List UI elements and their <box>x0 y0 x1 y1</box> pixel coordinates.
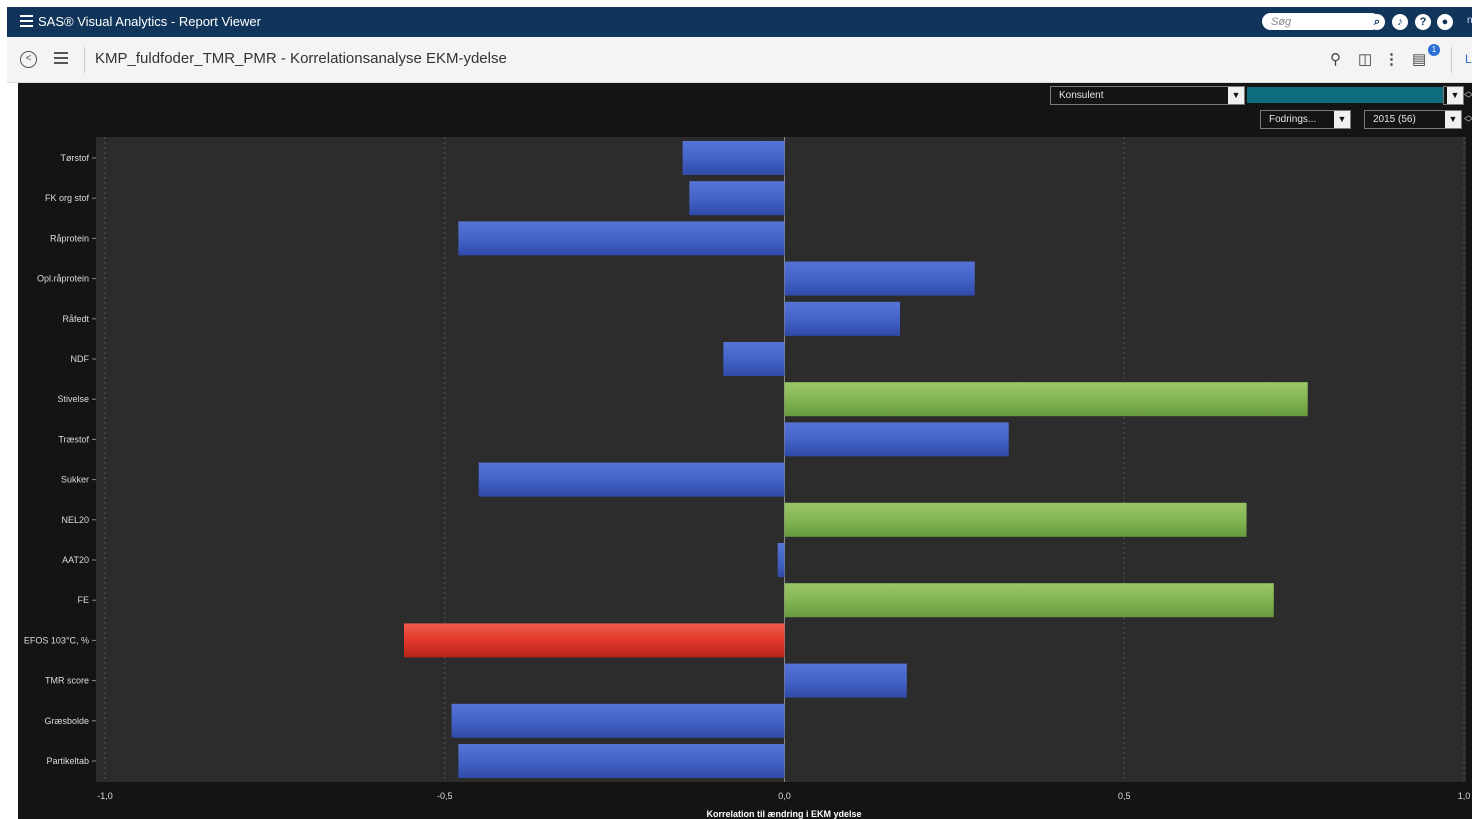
category-labels: Tørstof FK org stof Råprotein Opl.råprotein… <box>24 153 96 766</box>
notification-badge: 1 <box>1428 44 1440 56</box>
bar[interactable] <box>784 422 1009 457</box>
pin-icon[interactable]: ⚲ <box>1330 50 1341 68</box>
toolbar-divider <box>84 47 85 73</box>
category-label: Partikeltab <box>46 756 89 766</box>
comments-icon[interactable]: ▤ <box>1412 50 1426 68</box>
category-label: Græsbolde <box>44 716 89 726</box>
x-tick-label: 1,0 <box>1458 791 1471 801</box>
bar[interactable] <box>403 623 785 658</box>
x-tick-label: 0,0 <box>778 791 791 801</box>
report-menu-icon[interactable] <box>54 52 68 66</box>
category-label: Tørstof <box>61 153 90 163</box>
category-label: EFOS 103°C, % <box>24 635 89 645</box>
help-icon[interactable]: ? <box>1415 14 1431 30</box>
category-label: NEL20 <box>61 515 89 525</box>
bar[interactable] <box>784 301 901 336</box>
x-axis-title: Korrelation til ændring i EKM ydelse <box>706 809 861 819</box>
bar[interactable] <box>451 703 785 738</box>
report-canvas: Konsulent ▼ ▼ ︿﹀ Fodrings... ▼ 2015 (56)… <box>18 83 1472 819</box>
close-link[interactable]: Lu <box>1465 52 1472 66</box>
bar[interactable] <box>682 141 785 175</box>
category-label: FK org stof <box>45 193 90 203</box>
category-label: Opl.råprotein <box>37 274 89 284</box>
x-tick-label: -0,5 <box>437 791 453 801</box>
category-label: Stivelse <box>57 394 89 404</box>
bar[interactable] <box>458 221 785 256</box>
bar[interactable] <box>458 744 785 778</box>
bar[interactable] <box>784 502 1247 537</box>
app-header: SAS® Visual Analytics - Report Viewer ⌕ … <box>7 7 1472 37</box>
hamburger-menu-icon[interactable] <box>20 15 33 27</box>
bar[interactable] <box>784 261 975 296</box>
category-label: NDF <box>71 354 90 364</box>
user-icon[interactable]: ● <box>1437 14 1453 30</box>
category-label: Sukker <box>61 475 89 485</box>
search-input[interactable] <box>1262 13 1380 30</box>
report-toolbar: < KMP_fuldfoder_TMR_PMR - Korrelationsan… <box>7 37 1472 83</box>
x-tick-label: 0,5 <box>1118 791 1131 801</box>
category-label: TMR score <box>45 676 89 686</box>
toolbar-divider <box>1451 47 1452 73</box>
bar[interactable] <box>689 181 785 216</box>
category-label: Råprotein <box>50 233 89 243</box>
bell-icon[interactable]: ♪ <box>1392 14 1408 30</box>
bar[interactable] <box>723 342 785 376</box>
category-label: Træstof <box>58 434 89 444</box>
search-icon[interactable]: ⌕ <box>1369 14 1385 30</box>
correlation-bar-chart: Tørstof FK org stof Råprotein Opl.råprotein… <box>24 137 1470 819</box>
report-title: KMP_fuldfoder_TMR_PMR - Korrelationsanal… <box>95 50 507 67</box>
bar[interactable] <box>777 543 785 577</box>
x-tick-label: -1,0 <box>97 791 113 801</box>
bar[interactable] <box>478 462 785 497</box>
bar[interactable] <box>784 583 1274 618</box>
user-name[interactable]: nb <box>1467 15 1472 26</box>
x-tick-labels: -1,0 -0,5 0,0 0,5 1,0 <box>97 791 1470 801</box>
app-title: SAS® Visual Analytics - Report Viewer <box>38 14 261 29</box>
category-label: Råfedt <box>62 314 89 324</box>
panel-icon[interactable]: ◫ <box>1358 50 1372 68</box>
back-icon[interactable]: < <box>20 51 37 68</box>
more-options-icon[interactable]: ⋮ <box>1384 50 1399 68</box>
bar[interactable] <box>784 663 907 698</box>
category-label: FE <box>77 595 89 605</box>
category-label: AAT20 <box>62 555 89 565</box>
bar[interactable] <box>784 382 1308 417</box>
